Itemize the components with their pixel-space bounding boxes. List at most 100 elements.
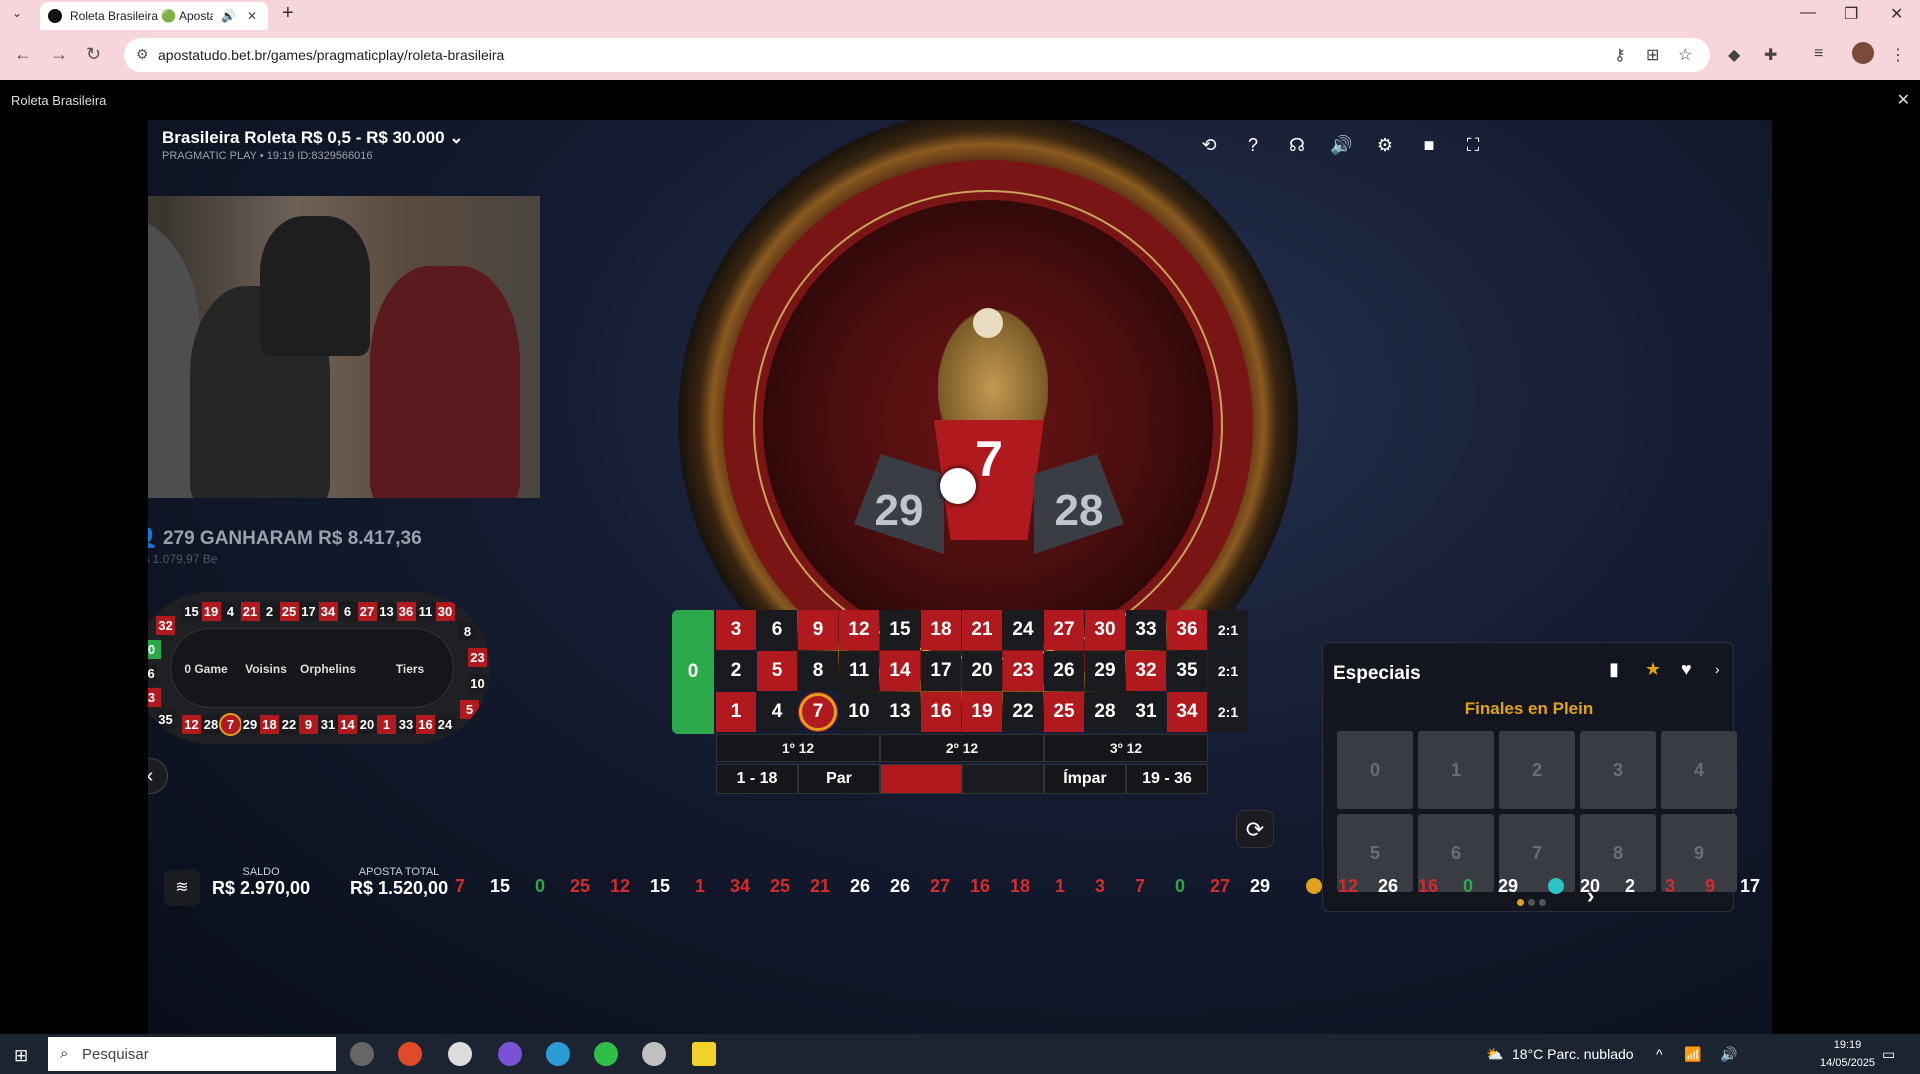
bet-number[interactable]: 27	[1044, 610, 1084, 650]
address-bar[interactable]: ⚙ apostatudo.bet.br/games/pragmaticplay/…	[124, 38, 1710, 72]
bet-number[interactable]: 30	[1085, 610, 1125, 650]
bet-dozen[interactable]: 2º 12	[880, 734, 1044, 762]
racetrack-number[interactable]: 24	[435, 715, 455, 734]
bet-number[interactable]: 7	[798, 692, 838, 732]
bet-number[interactable]: 36	[1167, 610, 1207, 650]
racetrack-number[interactable]: 1	[377, 715, 396, 734]
menu-dots-icon[interactable]: ⋮	[1890, 45, 1906, 65]
racetrack-number[interactable]: 33	[396, 715, 416, 734]
racetrack-number[interactable]: 25	[279, 602, 299, 621]
racetrack-number[interactable]: 23	[468, 648, 487, 667]
bet-number[interactable]: 3	[716, 610, 756, 650]
racetrack-number[interactable]: 5	[460, 700, 479, 719]
bet-zero[interactable]: 0	[672, 610, 714, 734]
forward-icon[interactable]: →	[50, 44, 68, 65]
bet-number[interactable]: 10	[839, 692, 879, 732]
volume-icon[interactable]: 🔊	[1720, 1046, 1737, 1063]
task-view-icon[interactable]	[350, 1042, 374, 1066]
media-control-icon[interactable]: ≡	[1814, 45, 1823, 63]
bet-dozen[interactable]: 3º 12	[1044, 734, 1208, 762]
bet-number[interactable]: 29	[1085, 651, 1125, 691]
racetrack-number[interactable]: 27	[357, 602, 377, 621]
bet-number[interactable]: 16	[921, 692, 961, 732]
chevron-right-icon[interactable]: ›	[1715, 661, 1720, 677]
bet-number[interactable]: 12	[839, 610, 879, 650]
bet-number[interactable]: 31	[1126, 692, 1166, 732]
webcam-video[interactable]	[148, 196, 540, 498]
racetrack-number[interactable]: 31	[318, 715, 338, 734]
finales-button[interactable]: 4	[1661, 731, 1737, 809]
racetrack-number[interactable]: 12	[182, 715, 201, 734]
bet-number[interactable]: 5	[757, 651, 797, 691]
bet-number[interactable]: 19	[962, 692, 1002, 732]
bet-column[interactable]: 2:1	[1208, 692, 1248, 732]
back-icon[interactable]: ←	[14, 44, 32, 65]
racetrack-number[interactable]: 21	[240, 602, 260, 621]
bet-number[interactable]: 24	[1003, 610, 1043, 650]
racetrack-number[interactable]: 19	[201, 602, 221, 621]
tab-roleta[interactable]: Roleta Brasileira 🟢 Aposta 🔊 ✕	[40, 2, 268, 30]
bet-number[interactable]: 23	[1003, 651, 1043, 691]
restore-button[interactable]: ❐	[1844, 4, 1858, 24]
close-window-button[interactable]: ✕	[1890, 4, 1903, 24]
racetrack-number[interactable]: 32	[156, 616, 175, 635]
racetrack-number[interactable]: 8	[458, 622, 477, 641]
repeat-bet-icon[interactable]: ⟳	[1236, 810, 1274, 848]
chevron-left-icon[interactable]: ‹	[148, 758, 168, 794]
password-key-icon[interactable]: ⚷	[1614, 45, 1626, 65]
tray-chevron-icon[interactable]: ^	[1656, 1046, 1663, 1062]
racetrack-number[interactable]: 9	[299, 715, 318, 734]
racetrack-number[interactable]: 28	[201, 715, 221, 734]
racetrack-number[interactable]: 29	[240, 715, 260, 734]
new-tab-button[interactable]: +	[282, 2, 294, 25]
rt-tiers[interactable]: Tiers	[365, 629, 455, 709]
bet-even-money[interactable]: 19 - 36	[1126, 764, 1208, 794]
tab-search-icon[interactable]: ⌄	[12, 6, 22, 20]
rt-zero-game[interactable]: 0 Game	[171, 629, 241, 709]
tab-close-icon[interactable]: ✕	[244, 9, 260, 23]
bet-even-money[interactable]: Par	[798, 764, 880, 794]
racetrack-number[interactable]: 0	[148, 640, 161, 659]
racetrack-number[interactable]: 20	[357, 715, 377, 734]
racetrack-number[interactable]: 14	[338, 715, 357, 734]
bet-red[interactable]	[880, 764, 962, 794]
bet-number[interactable]: 14	[880, 651, 920, 691]
bet-number[interactable]: 32	[1126, 651, 1166, 691]
racetrack-number[interactable]: 18	[260, 715, 279, 734]
bet-column[interactable]: 2:1	[1208, 610, 1248, 650]
reload-icon[interactable]: ↻	[86, 44, 101, 65]
chip-stack-icon[interactable]: ≋	[164, 870, 200, 906]
bet-number[interactable]: 33	[1126, 610, 1166, 650]
site-info-icon[interactable]: ⚙	[136, 46, 149, 63]
bet-number[interactable]: 17	[921, 651, 961, 691]
bet-number[interactable]: 28	[1085, 692, 1125, 732]
finales-button[interactable]: 3	[1580, 731, 1656, 809]
racetrack-number[interactable]: 11	[416, 602, 435, 621]
bet-number[interactable]: 1	[716, 692, 756, 732]
bet-number[interactable]: 18	[921, 610, 961, 650]
bet-number[interactable]: 8	[798, 651, 838, 691]
racetrack-number[interactable]: 7	[219, 713, 242, 736]
bet-even-money[interactable]: 1 - 18	[716, 764, 798, 794]
finales-button[interactable]: 1	[1418, 731, 1494, 809]
frame-close-icon[interactable]: ✕	[1897, 90, 1910, 110]
bet-number[interactable]: 21	[962, 610, 1002, 650]
bet-number[interactable]: 26	[1044, 651, 1084, 691]
rt-orphelins[interactable]: Orphelins	[291, 629, 365, 709]
whatsapp-icon[interactable]	[594, 1042, 618, 1066]
racetrack-number[interactable]: 30	[435, 602, 455, 621]
install-app-icon[interactable]: ⊞	[1646, 45, 1659, 65]
racetrack-number[interactable]: 6	[338, 602, 357, 621]
profile-avatar[interactable]	[1852, 42, 1874, 64]
notifications-icon[interactable]: ▭	[1882, 1046, 1895, 1063]
bet-number[interactable]: 25	[1044, 692, 1084, 732]
racetrack-number[interactable]: 36	[396, 602, 416, 621]
game-title[interactable]: Brasileira Roleta R$ 0,5 - R$ 30.000 ⌄	[162, 128, 464, 148]
video-icon[interactable]: ■	[1418, 134, 1440, 156]
telegram-icon[interactable]	[546, 1042, 570, 1066]
opera-icon[interactable]	[642, 1042, 666, 1066]
chrome-icon[interactable]	[398, 1042, 422, 1066]
bet-number[interactable]: 35	[1167, 651, 1207, 691]
sticky-notes-icon[interactable]	[692, 1042, 716, 1066]
extensions-puzzle-icon[interactable]: ✚	[1764, 45, 1777, 65]
